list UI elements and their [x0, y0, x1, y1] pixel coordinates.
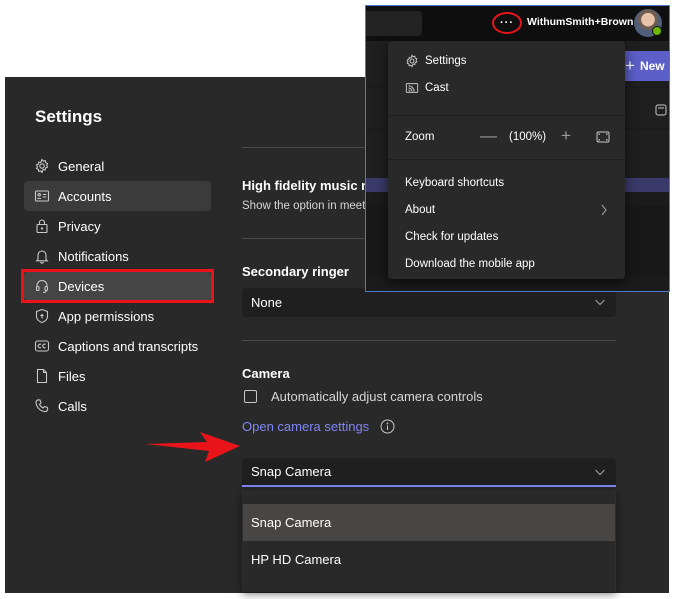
- menu-item-settings[interactable]: Settings: [388, 47, 625, 74]
- plus-icon: +: [625, 56, 635, 75]
- presence-available-icon: [652, 26, 662, 36]
- window-icon[interactable]: [655, 103, 667, 116]
- menu-item-cast[interactable]: Cast: [388, 74, 625, 101]
- divider: [242, 340, 616, 341]
- camera-option[interactable]: Snap Camera: [243, 504, 615, 541]
- settings-title: Settings: [35, 107, 103, 126]
- settings-nav: General Accounts Privacy Notifications D…: [21, 151, 214, 421]
- phone-icon: [34, 398, 50, 414]
- nav-item-devices[interactable]: Devices: [21, 269, 214, 303]
- annotation-arrow-icon: [145, 432, 240, 462]
- menu-label: Check for updates: [405, 230, 499, 243]
- id-card-icon: [34, 188, 50, 204]
- gear-icon: [34, 158, 50, 174]
- secondary-ringer-title: Secondary ringer: [242, 264, 349, 279]
- nav-item-notifications[interactable]: Notifications: [24, 241, 211, 271]
- gear-icon: [405, 53, 419, 68]
- more-options-button[interactable]: ···: [492, 12, 522, 34]
- new-button[interactable]: + New: [620, 51, 669, 81]
- nav-label: Calls: [58, 398, 87, 414]
- zoom-label: Zoom: [405, 131, 435, 143]
- nav-label: Devices: [58, 278, 105, 294]
- hifi-music-title: High fidelity music m: [242, 178, 373, 193]
- secondary-ringer-value: None: [251, 295, 283, 310]
- nav-label: Privacy: [58, 218, 101, 234]
- open-camera-settings-link[interactable]: Open camera settings: [242, 419, 369, 434]
- camera-title: Camera: [242, 366, 290, 381]
- secondary-ringer-dropdown[interactable]: None: [242, 288, 616, 317]
- auto-adjust-camera-row[interactable]: Automatically adjust camera controls: [244, 389, 483, 404]
- camera-selected-value: Snap Camera: [251, 464, 332, 479]
- zoom-value: (100%): [509, 131, 547, 143]
- nav-item-accounts[interactable]: Accounts: [24, 181, 211, 211]
- camera-option[interactable]: HP HD Camera: [243, 541, 615, 578]
- file-icon: [34, 368, 50, 384]
- nav-label: Files: [58, 368, 86, 384]
- title-bar: ··· WithumSmith+Brown: [366, 6, 669, 41]
- auto-adjust-camera-checkbox[interactable]: [244, 390, 257, 403]
- hifi-music-description: Show the option in meet: [242, 200, 366, 212]
- nav-item-calls[interactable]: Calls: [24, 391, 211, 421]
- shield-icon: [34, 308, 50, 324]
- menu-label: Cast: [425, 81, 449, 94]
- nav-label: Notifications: [58, 248, 129, 264]
- cc-icon: [34, 338, 50, 354]
- menu-item-check-updates[interactable]: Check for updates: [388, 223, 625, 250]
- chevron-right-icon: [600, 204, 608, 216]
- chevron-down-icon: [594, 466, 606, 478]
- menu-divider: [388, 159, 625, 160]
- bell-icon: [34, 248, 50, 264]
- menu-label: Download the mobile app: [405, 257, 535, 270]
- nav-item-privacy[interactable]: Privacy: [24, 211, 211, 241]
- zoom-in-button[interactable]: +: [561, 126, 571, 146]
- menu-divider: [388, 115, 625, 116]
- cast-icon: [405, 81, 419, 95]
- fullscreen-icon[interactable]: [596, 131, 610, 143]
- lock-icon: [34, 218, 50, 234]
- search-box[interactable]: [366, 11, 422, 36]
- app-menu-overlay: ··· WithumSmith+Brown + New Settings Cas…: [365, 5, 670, 292]
- open-camera-settings-row: Open camera settings: [242, 419, 395, 434]
- nav-item-files[interactable]: Files: [24, 361, 211, 391]
- menu-item-about[interactable]: About: [388, 196, 625, 223]
- menu-item-keyboard-shortcuts[interactable]: Keyboard shortcuts: [388, 169, 625, 196]
- nav-label: Captions and transcripts: [58, 338, 199, 354]
- nav-item-captions[interactable]: Captions and transcripts: [24, 331, 211, 361]
- nav-label: Accounts: [58, 188, 112, 204]
- nav-item-app-permissions[interactable]: App permissions: [24, 301, 211, 331]
- auto-adjust-camera-label: Automatically adjust camera controls: [271, 389, 483, 404]
- camera-dropdown[interactable]: Snap Camera: [242, 458, 616, 487]
- new-button-label: New: [639, 59, 665, 73]
- menu-label: About: [405, 203, 436, 216]
- info-icon[interactable]: [380, 419, 395, 434]
- zoom-row: Zoom — (100%) +: [388, 117, 625, 157]
- menu-label: Keyboard shortcuts: [405, 176, 505, 189]
- headset-icon: [34, 278, 50, 294]
- chevron-down-icon: [594, 296, 606, 308]
- nav-item-general[interactable]: General: [24, 151, 211, 181]
- organization-name[interactable]: WithumSmith+Brown: [527, 16, 633, 28]
- more-options-menu: Settings Cast Zoom — (100%) + Keyboard s…: [388, 41, 625, 279]
- zoom-out-button[interactable]: —: [480, 126, 497, 146]
- nav-label: General: [58, 158, 105, 174]
- menu-item-download-mobile[interactable]: Download the mobile app: [388, 250, 625, 277]
- camera-dropdown-list: Snap Camera HP HD Camera: [242, 490, 616, 592]
- menu-label: Settings: [425, 54, 467, 67]
- nav-label: App permissions: [58, 308, 155, 324]
